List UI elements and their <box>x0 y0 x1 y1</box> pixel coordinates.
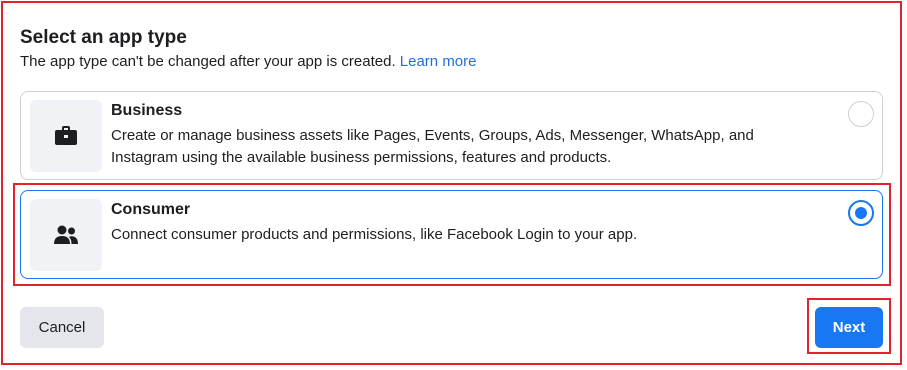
learn-more-link[interactable]: Learn more <box>400 53 477 70</box>
business-radio[interactable] <box>848 101 874 127</box>
briefcase-icon <box>55 126 77 145</box>
app-type-option-business[interactable]: Business Create or manage business asset… <box>20 91 883 180</box>
subtitle-text: The app type can't be changed after your… <box>20 53 396 70</box>
business-title: Business <box>111 102 183 119</box>
next-button[interactable]: Next <box>815 307 883 348</box>
cancel-button[interactable]: Cancel <box>20 307 104 348</box>
business-icon-box <box>30 100 102 172</box>
business-description: Create or manage business assets like Pa… <box>111 127 754 166</box>
consumer-highlight-outline <box>13 183 891 286</box>
dialog-title: Select an app type <box>20 27 187 48</box>
dialog-subtitle: The app type can't be changed after your… <box>20 53 477 70</box>
